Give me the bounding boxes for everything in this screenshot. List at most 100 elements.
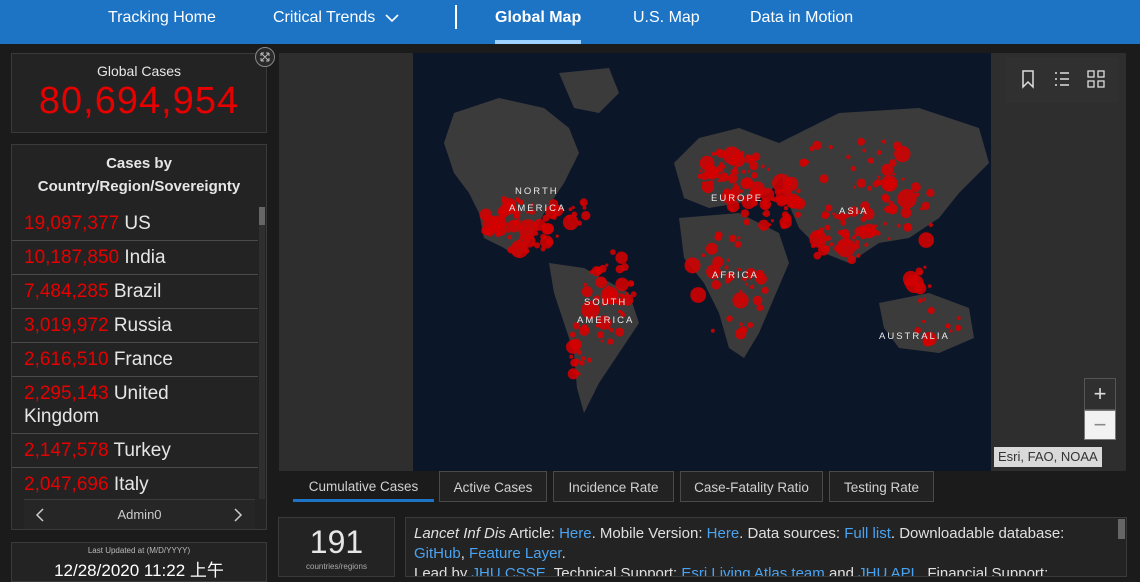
case-bubble[interactable] <box>918 270 923 276</box>
case-bubble[interactable] <box>873 224 878 228</box>
case-bubble[interactable] <box>690 287 707 303</box>
case-bubble[interactable] <box>500 221 508 228</box>
case-bubble[interactable] <box>781 211 789 219</box>
case-bubble[interactable] <box>856 253 861 258</box>
tab-case-fatality-ratio[interactable]: Case-Fatality Ratio <box>680 471 823 502</box>
case-bubble[interactable] <box>580 201 585 205</box>
case-bubble[interactable] <box>743 218 751 226</box>
case-bubble[interactable] <box>799 158 808 167</box>
case-bubble[interactable] <box>857 137 865 146</box>
nav-us-map[interactable]: U.S. Map <box>633 0 700 44</box>
case-bubble[interactable] <box>770 219 774 223</box>
case-bubble[interactable] <box>598 264 607 273</box>
case-bubble[interactable] <box>843 232 850 240</box>
case-bubble[interactable] <box>888 200 894 206</box>
case-bubble[interactable] <box>892 172 896 176</box>
case-bubble[interactable] <box>846 240 850 245</box>
case-bubble[interactable] <box>566 215 571 219</box>
jhu-csse-link[interactable]: JHU CSSE <box>472 565 546 576</box>
case-bubble[interactable] <box>518 238 523 243</box>
case-bubble[interactable] <box>825 235 832 241</box>
case-bubble[interactable] <box>583 282 587 287</box>
case-bubble[interactable] <box>741 298 745 302</box>
case-bubble[interactable] <box>719 162 724 167</box>
case-bubble[interactable] <box>751 157 757 163</box>
legend-list-icon[interactable] <box>1052 69 1072 89</box>
tab-incidence-rate[interactable]: Incidence Rate <box>553 471 674 502</box>
case-bubble[interactable] <box>506 229 510 233</box>
case-bubble[interactable] <box>850 165 856 172</box>
country-list[interactable]: 19,097,377 US 10,187,850 India 7,484,285… <box>12 207 258 499</box>
case-bubble[interactable] <box>894 145 911 163</box>
world-map[interactable]: NORTH AMERICA EUROPE ASIA AFRICA SOUTH A… <box>279 53 1126 471</box>
case-bubble[interactable] <box>910 182 921 193</box>
case-bubble[interactable] <box>606 285 610 290</box>
case-bubble[interactable] <box>501 217 506 222</box>
case-bubble[interactable] <box>697 173 703 179</box>
case-bubble[interactable] <box>747 169 751 173</box>
case-bubble[interactable] <box>615 265 624 274</box>
list-item[interactable]: 19,097,377 US <box>12 207 258 241</box>
case-bubble[interactable] <box>794 199 798 203</box>
article-link[interactable]: Here <box>559 525 592 542</box>
nav-critical-trends[interactable]: Critical Trends <box>273 0 399 44</box>
case-bubble[interactable] <box>615 277 629 292</box>
case-bubble[interactable] <box>541 223 553 235</box>
case-bubble[interactable] <box>701 253 706 258</box>
expand-icon[interactable] <box>255 47 275 67</box>
case-bubble[interactable] <box>914 192 920 198</box>
case-bubble[interactable] <box>900 207 912 219</box>
jhu-apl-link[interactable]: JHU APL <box>858 565 919 576</box>
case-bubble[interactable] <box>853 243 860 250</box>
case-bubble[interactable] <box>740 209 750 218</box>
case-bubble[interactable] <box>735 185 740 190</box>
case-bubble[interactable] <box>766 167 770 171</box>
list-item[interactable]: 7,484,285 Brazil <box>12 275 258 309</box>
case-bubble[interactable] <box>883 221 887 226</box>
case-bubble[interactable] <box>819 174 829 184</box>
case-bubble[interactable] <box>571 211 578 218</box>
case-bubble[interactable] <box>726 315 733 322</box>
case-bubble[interactable] <box>516 243 522 248</box>
case-bubble[interactable] <box>581 211 591 221</box>
case-bubble[interactable] <box>570 338 582 351</box>
case-bubble[interactable] <box>507 235 513 240</box>
case-bubble[interactable] <box>864 242 869 247</box>
case-bubble[interactable] <box>581 356 586 361</box>
case-bubble[interactable] <box>881 139 887 144</box>
case-bubble[interactable] <box>743 180 748 185</box>
case-bubble[interactable] <box>732 292 749 309</box>
list-item[interactable]: 2,047,696 Italy <box>12 468 258 499</box>
case-bubble[interactable] <box>749 161 759 171</box>
list-item[interactable]: 2,616,510 France <box>12 343 258 377</box>
case-bubble[interactable] <box>699 169 703 173</box>
case-bubble[interactable] <box>846 154 851 160</box>
case-bubble[interactable] <box>918 298 923 304</box>
feature-layer-link[interactable]: Feature Layer <box>469 545 562 562</box>
list-item[interactable]: 2,295,143 United Kingdom <box>12 377 258 434</box>
case-bubble[interactable] <box>795 211 801 218</box>
case-bubble[interactable] <box>862 148 866 153</box>
zoom-in-button[interactable]: + <box>1084 378 1116 410</box>
case-bubble[interactable] <box>737 236 741 240</box>
case-bubble[interactable] <box>747 322 754 328</box>
case-bubble[interactable] <box>903 222 913 232</box>
tab-active-cases[interactable]: Active Cases <box>439 471 547 502</box>
case-bubble[interactable] <box>518 250 522 254</box>
map-canvas[interactable]: NORTH AMERICA EUROPE ASIA AFRICA SOUTH A… <box>279 53 1126 471</box>
case-bubble[interactable] <box>763 209 771 218</box>
chevron-right-icon[interactable] <box>232 508 244 522</box>
tab-cumulative-cases[interactable]: Cumulative Cases <box>293 471 434 502</box>
case-bubble[interactable] <box>596 331 604 339</box>
case-bubble[interactable] <box>783 205 789 211</box>
case-bubble[interactable] <box>577 372 581 376</box>
case-bubble[interactable] <box>847 255 857 265</box>
case-bubble[interactable] <box>945 323 951 329</box>
case-bubble[interactable] <box>526 226 530 230</box>
case-bubble[interactable] <box>493 226 498 232</box>
case-bubble[interactable] <box>762 200 768 207</box>
case-bubble[interactable] <box>574 358 580 364</box>
case-bubble[interactable] <box>615 327 625 337</box>
case-bubble[interactable] <box>922 319 926 323</box>
chevron-left-icon[interactable] <box>34 508 46 522</box>
